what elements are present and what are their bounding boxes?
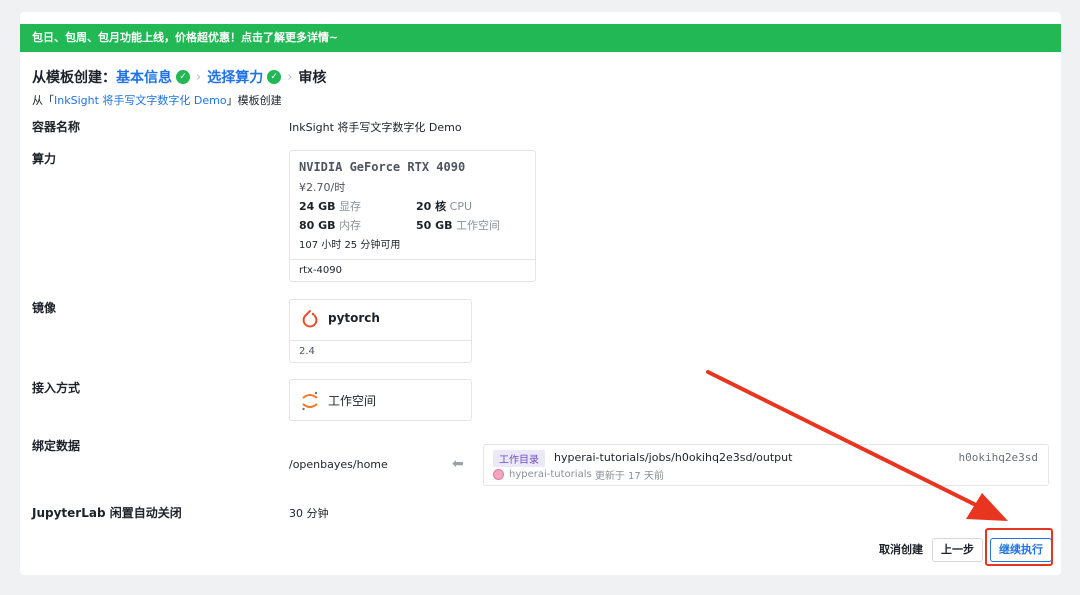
spec-cpu-unit: CPU — [449, 200, 473, 213]
spec-ram-value: 80 GB — [299, 219, 336, 232]
workdir-tag: 工作目录 — [493, 450, 545, 467]
chevron-right-icon: › — [287, 69, 293, 85]
pytorch-icon — [302, 310, 318, 328]
spec-disk-value: 50 GB — [416, 219, 453, 232]
spec-ram-unit: 内存 — [339, 219, 362, 232]
access-card: 工作空间 — [289, 379, 472, 421]
check-icon: ✓ — [267, 70, 282, 84]
compute-label: 算力 — [32, 152, 57, 166]
gpu-id: rtx-4090 — [299, 265, 343, 276]
idle-value: 30 分钟 — [289, 507, 329, 520]
container-name-label: 容器名称 — [32, 120, 81, 134]
arrow-left-icon: ⬅ — [452, 456, 464, 472]
binding-data-hash: h0okihq2e3sd — [958, 451, 1038, 464]
check-icon: ✓ — [176, 70, 190, 84]
template-source: 从「InkSight 将手写文字数字化 Demo」模板创建 — [32, 92, 282, 108]
main-card: 包日、包周、包月功能上线，价格超优惠！点击了解更多详情~ 从模板创建： 基本信息… — [20, 12, 1061, 575]
template-source-suffix: 」模板创建 — [226, 94, 282, 107]
image-name: pytorch — [328, 311, 380, 325]
step-basic-info[interactable]: 基本信息 — [116, 67, 172, 87]
cancel-button[interactable]: 取消创建 — [870, 538, 932, 562]
image-version: 2.4 — [299, 346, 315, 357]
continue-button[interactable]: 继续执行 — [990, 538, 1052, 562]
chevron-right-icon: › — [196, 69, 202, 85]
compute-card: NVIDIA GeForce RTX 4090 ¥2.70/时 24 GB 显存… — [289, 150, 536, 282]
divider — [290, 340, 471, 341]
updated-time: 更新于 17 天前 — [594, 471, 664, 482]
binding-data-path[interactable]: hyperai-tutorials/jobs/h0okihq2e3sd/outp… — [554, 451, 792, 464]
gpu-price: ¥2.70/时 — [299, 181, 346, 194]
binding-label: 绑定数据 — [32, 439, 81, 453]
image-card: pytorch 2.4 — [289, 299, 472, 363]
spec-vram-value: 24 GB — [299, 200, 336, 213]
avatar — [493, 469, 504, 480]
gpu-name: NVIDIA GeForce RTX 4090 — [299, 160, 466, 174]
jupyter-icon — [302, 391, 318, 411]
access-name: 工作空间 — [328, 394, 377, 408]
binding-mount-path: /openbayes/home — [289, 458, 388, 471]
step-breadcrumb: 从模板创建： 基本信息 ✓ › 选择算力 ✓ › 审核 — [32, 65, 326, 89]
spec-vram: 24 GB 显存 — [299, 198, 361, 214]
template-source-prefix: 从「 — [32, 94, 54, 107]
binding-owner: hyperai-tutorials 更新于 17 天前 — [493, 467, 664, 482]
owner-name: hyperai-tutorials — [509, 469, 592, 480]
step-select-compute[interactable]: 选择算力 — [207, 67, 263, 87]
spec-cpu-value: 20 核 — [416, 200, 447, 213]
divider — [290, 259, 535, 260]
spec-vram-unit: 显存 — [339, 200, 362, 213]
previous-step-button[interactable]: 上一步 — [932, 538, 983, 562]
idle-label: JupyterLab 闲置自动关闭 — [32, 506, 182, 520]
spec-cpu: 20 核 CPU — [416, 198, 472, 214]
step-review: 审核 — [298, 70, 327, 86]
template-link[interactable]: InkSight 将手写文字数字化 Demo — [54, 94, 227, 107]
spec-ram: 80 GB 内存 — [299, 217, 361, 233]
container-name-value: InkSight 将手写文字数字化 Demo — [289, 121, 462, 134]
access-label: 接入方式 — [32, 381, 81, 395]
binding-data-card: 工作目录 hyperai-tutorials/jobs/h0okihq2e3sd… — [483, 444, 1049, 486]
spec-disk: 50 GB 工作空间 — [416, 217, 500, 233]
promo-banner[interactable]: 包日、包周、包月功能上线，价格超优惠！点击了解更多详情~ — [20, 24, 1061, 52]
steps-lead: 从模板创建： — [32, 70, 116, 86]
spec-disk-unit: 工作空间 — [456, 219, 501, 232]
image-label: 镜像 — [32, 301, 57, 315]
gpu-hours-available: 107 小时 25 分钟可用 — [299, 240, 401, 251]
